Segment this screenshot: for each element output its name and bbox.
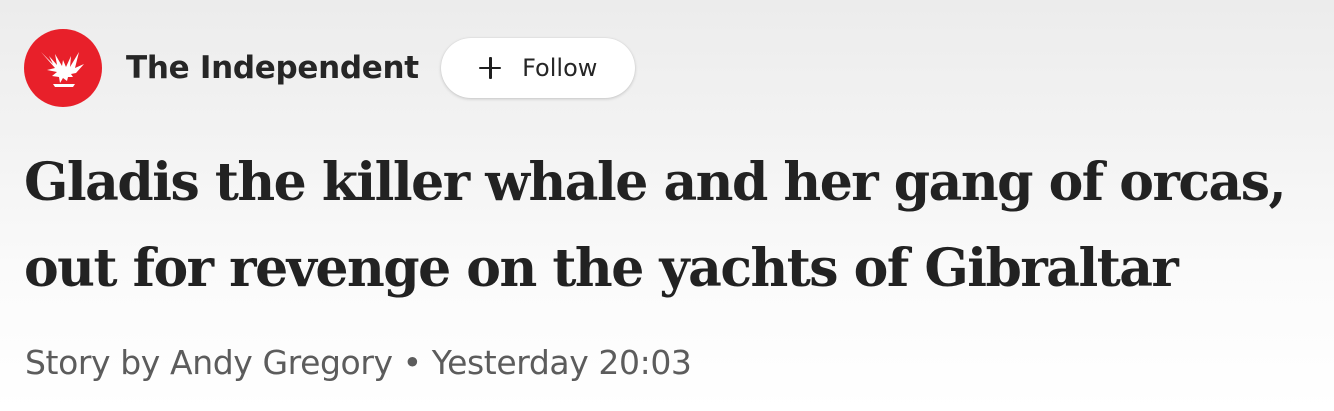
publish-timestamp: Yesterday 20:03 — [431, 343, 692, 382]
publisher-name[interactable]: The Independent — [126, 50, 419, 86]
publisher-header: The Independent Follow — [24, 28, 635, 108]
byline-separator: • — [402, 343, 422, 382]
follow-button[interactable]: Follow — [440, 38, 635, 98]
publisher-logo[interactable] — [24, 29, 102, 107]
article-byline: Story by Andy Gregory • Yesterday 20:03 — [25, 343, 692, 382]
author-credit[interactable]: Story by Andy Gregory — [25, 343, 393, 382]
article-headline: Gladis the killer whale and her gang of … — [24, 152, 1287, 299]
follow-label: Follow — [522, 54, 598, 82]
plus-icon — [478, 56, 502, 80]
eagle-icon — [41, 52, 84, 87]
